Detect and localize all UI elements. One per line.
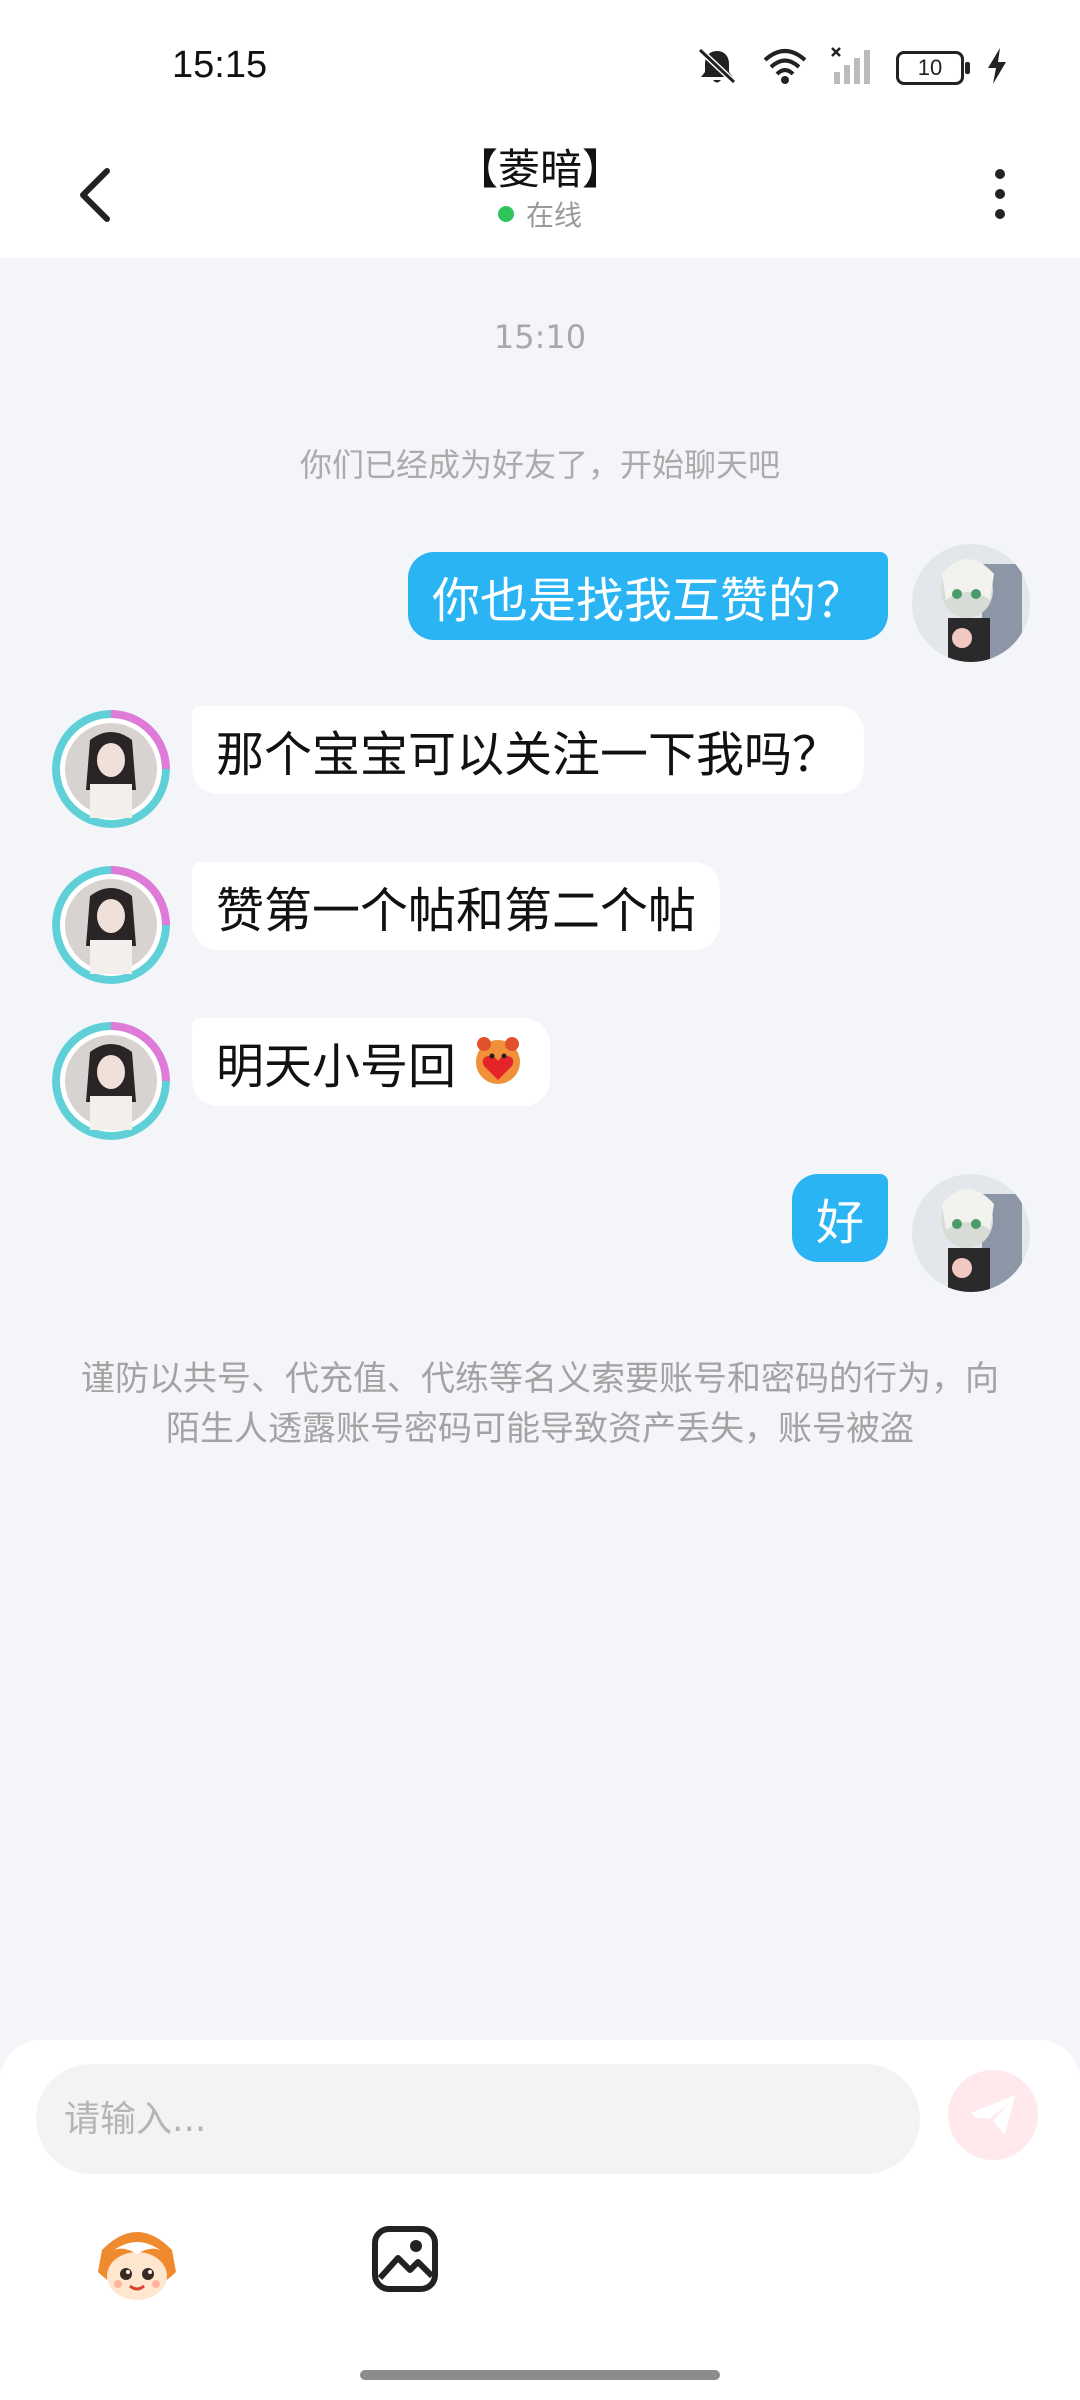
message-bubble-sent[interactable]: 好: [791, 1174, 888, 1262]
image-icon: [372, 2226, 438, 2292]
message-bubble-received[interactable]: 赞第一个帖和第二个帖: [192, 862, 721, 950]
bolt-icon: [986, 48, 1008, 88]
my-avatar[interactable]: [912, 1174, 1030, 1292]
send-icon: [971, 2095, 1015, 2135]
more-vertical-icon: [995, 169, 1005, 179]
bell-mute-icon: [694, 46, 740, 90]
chat-timestamp: 15:10: [493, 318, 587, 356]
more-options-button[interactable]: [968, 152, 1032, 236]
my-avatar[interactable]: [912, 544, 1030, 662]
emoji-button[interactable]: [92, 2220, 182, 2310]
message-text: 明天小号回: [216, 1039, 457, 1095]
signal-icon: [830, 46, 874, 90]
input-panel: [0, 2040, 1080, 2400]
more-dot: [995, 209, 1005, 219]
contact-avatar[interactable]: [52, 866, 170, 984]
home-indicator[interactable]: [360, 2370, 720, 2380]
message-bubble-received[interactable]: 那个宝宝可以关注一下我吗？: [192, 706, 865, 794]
status-time: 15:15: [172, 44, 268, 86]
chat-header: 【菱暗】 在线: [0, 130, 1080, 258]
online-status-label: 在线: [525, 199, 582, 232]
contact-name: 【菱暗】: [455, 145, 624, 194]
security-warning: 谨防以共号、代充值、代练等名义索要账号和密码的行为，向陌生人透露账号密码可能导致…: [81, 1359, 999, 1449]
wifi-icon: [762, 46, 808, 90]
contact-avatar[interactable]: [52, 710, 170, 828]
send-button[interactable]: [948, 2070, 1038, 2160]
online-dot-icon: [497, 206, 514, 222]
status-icons: 10: [694, 46, 1008, 90]
system-message: 你们已经成为好友了，开始聊天吧: [299, 446, 780, 484]
message-input[interactable]: [36, 2064, 920, 2174]
online-status: 在线: [0, 194, 1080, 234]
message-bubble-sent[interactable]: 你也是找我互赞的？: [407, 552, 888, 640]
more-dot: [995, 189, 1005, 199]
image-button[interactable]: [370, 2224, 440, 2294]
status-bar: 15:15 10: [0, 0, 1080, 130]
heart-sticker-icon: [470, 1034, 526, 1090]
contact-avatar[interactable]: [52, 1022, 170, 1140]
emoji-mascot-icon: [98, 2232, 176, 2300]
message-bubble-received[interactable]: 明天小号回: [192, 1018, 551, 1106]
battery-indicator: 10: [896, 51, 970, 85]
chat-screen: 15:15 10 【菱暗】 在线 15:10 你们已经成为好友了，开始聊天吧 你…: [0, 0, 1080, 2400]
